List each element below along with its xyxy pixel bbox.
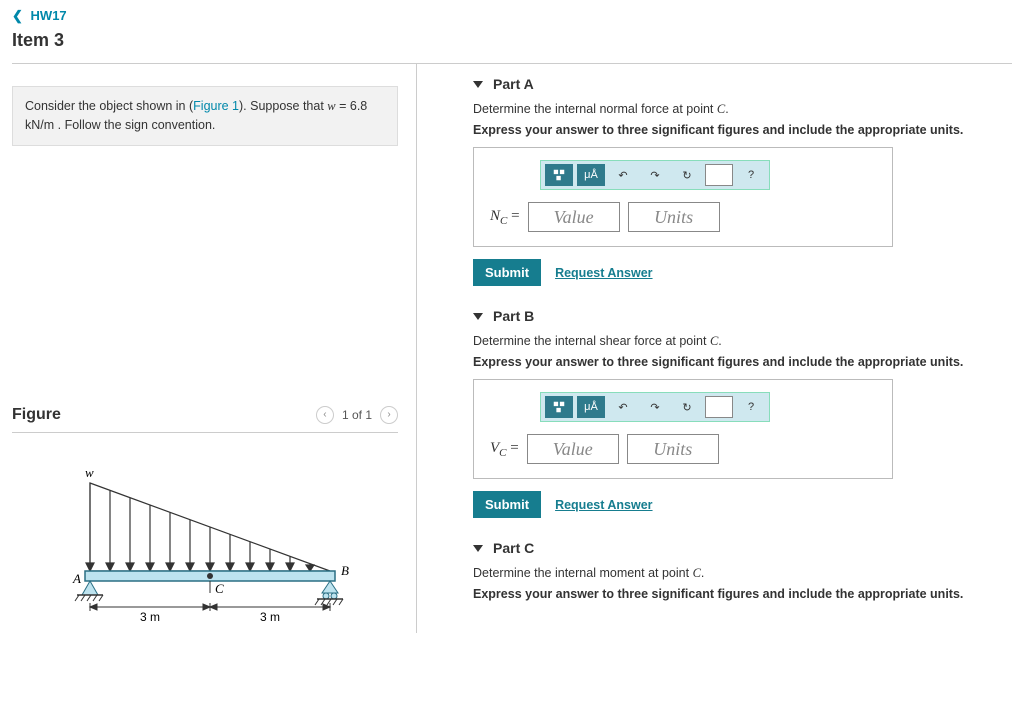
part-b-answer-box: μÅ ↶ ↷ ↻ ⌨ ? VC = Value Units bbox=[473, 379, 893, 479]
units-icon[interactable]: μÅ bbox=[577, 164, 605, 186]
figure-divider bbox=[12, 432, 398, 433]
back-link-label: HW17 bbox=[31, 8, 67, 23]
part-b-prompt: Determine the internal shear force at po… bbox=[473, 334, 1012, 349]
chevron-down-icon bbox=[473, 313, 483, 320]
chevron-down-icon bbox=[473, 545, 483, 552]
keyboard-icon[interactable]: ⌨ bbox=[705, 164, 733, 186]
back-link[interactable]: ❮ HW17 bbox=[0, 0, 1024, 28]
part-a-prompt: Determine the internal normal force at p… bbox=[473, 102, 1012, 117]
figure-link[interactable]: Figure 1 bbox=[193, 99, 239, 113]
part-a-submit-button[interactable]: Submit bbox=[473, 259, 541, 286]
left-column: Consider the object shown in (Figure 1).… bbox=[12, 64, 417, 633]
chevron-left-icon: ❮ bbox=[12, 8, 23, 23]
part-a-instructions: Express your answer to three significant… bbox=[473, 123, 1012, 137]
figure-prev-button[interactable]: ‹ bbox=[316, 406, 334, 424]
reset-icon[interactable]: ↻ bbox=[673, 164, 701, 186]
part-b-variable: VC = bbox=[490, 440, 519, 459]
svg-text:B: B bbox=[341, 563, 349, 578]
part-a-answer-box: μÅ ↶ ↷ ↻ ⌨ ? NC = Value Units bbox=[473, 147, 893, 247]
help-icon[interactable]: ? bbox=[737, 396, 765, 418]
part-a-title: Part A bbox=[493, 76, 534, 92]
reset-icon[interactable]: ↻ bbox=[673, 396, 701, 418]
help-icon[interactable]: ? bbox=[737, 164, 765, 186]
part-b-submit-button[interactable]: Submit bbox=[473, 491, 541, 518]
templates-icon[interactable] bbox=[545, 396, 573, 418]
beam-figure: w A B C 3 m 3 m bbox=[55, 453, 355, 633]
redo-icon[interactable]: ↷ bbox=[641, 164, 669, 186]
part-a-toolbar: μÅ ↶ ↷ ↻ ⌨ ? bbox=[540, 160, 770, 190]
part-a: Part A Determine the internal normal for… bbox=[473, 76, 1012, 286]
part-b-toolbar: μÅ ↶ ↷ ↻ ⌨ ? bbox=[540, 392, 770, 422]
figure-nav: ‹ 1 of 1 › bbox=[316, 406, 398, 424]
figure-section: Figure ‹ 1 of 1 › bbox=[12, 406, 398, 633]
part-c-title: Part C bbox=[493, 540, 534, 556]
units-icon[interactable]: μÅ bbox=[577, 396, 605, 418]
part-b-header[interactable]: Part B bbox=[473, 308, 1012, 324]
svg-text:3 m: 3 m bbox=[260, 610, 280, 624]
svg-text:3 m: 3 m bbox=[140, 610, 160, 624]
content-columns: Consider the object shown in (Figure 1).… bbox=[12, 64, 1012, 633]
right-column: Part A Determine the internal normal for… bbox=[417, 64, 1012, 633]
part-c: Part C Determine the internal moment at … bbox=[473, 540, 1012, 601]
part-b-value-input[interactable]: Value bbox=[527, 434, 619, 464]
beam-svg: w A B C 3 m 3 m bbox=[55, 453, 355, 633]
undo-icon[interactable]: ↶ bbox=[609, 164, 637, 186]
problem-statement: Consider the object shown in (Figure 1).… bbox=[12, 86, 398, 146]
part-a-variable: NC = bbox=[490, 208, 520, 227]
part-b-instructions: Express your answer to three significant… bbox=[473, 355, 1012, 369]
part-c-instructions: Express your answer to three significant… bbox=[473, 587, 1012, 601]
undo-icon[interactable]: ↶ bbox=[609, 396, 637, 418]
part-b: Part B Determine the internal shear forc… bbox=[473, 308, 1012, 518]
figure-title: Figure bbox=[12, 406, 61, 424]
redo-icon[interactable]: ↷ bbox=[641, 396, 669, 418]
part-a-request-answer-link[interactable]: Request Answer bbox=[555, 266, 652, 280]
svg-text:w: w bbox=[85, 465, 94, 480]
figure-next-button[interactable]: › bbox=[380, 406, 398, 424]
templates-icon[interactable] bbox=[545, 164, 573, 186]
figure-counter: 1 of 1 bbox=[342, 408, 372, 422]
part-b-units-input[interactable]: Units bbox=[627, 434, 719, 464]
part-a-header[interactable]: Part A bbox=[473, 76, 1012, 92]
item-title: Item 3 bbox=[0, 28, 1024, 63]
svg-text:A: A bbox=[72, 571, 81, 586]
keyboard-icon[interactable]: ⌨ bbox=[705, 396, 733, 418]
part-c-header[interactable]: Part C bbox=[473, 540, 1012, 556]
chevron-down-icon bbox=[473, 81, 483, 88]
part-b-request-answer-link[interactable]: Request Answer bbox=[555, 498, 652, 512]
part-b-title: Part B bbox=[493, 308, 534, 324]
part-a-units-input[interactable]: Units bbox=[628, 202, 720, 232]
svg-text:C: C bbox=[215, 581, 224, 596]
part-a-value-input[interactable]: Value bbox=[528, 202, 620, 232]
part-c-prompt: Determine the internal moment at point C… bbox=[473, 566, 1012, 581]
